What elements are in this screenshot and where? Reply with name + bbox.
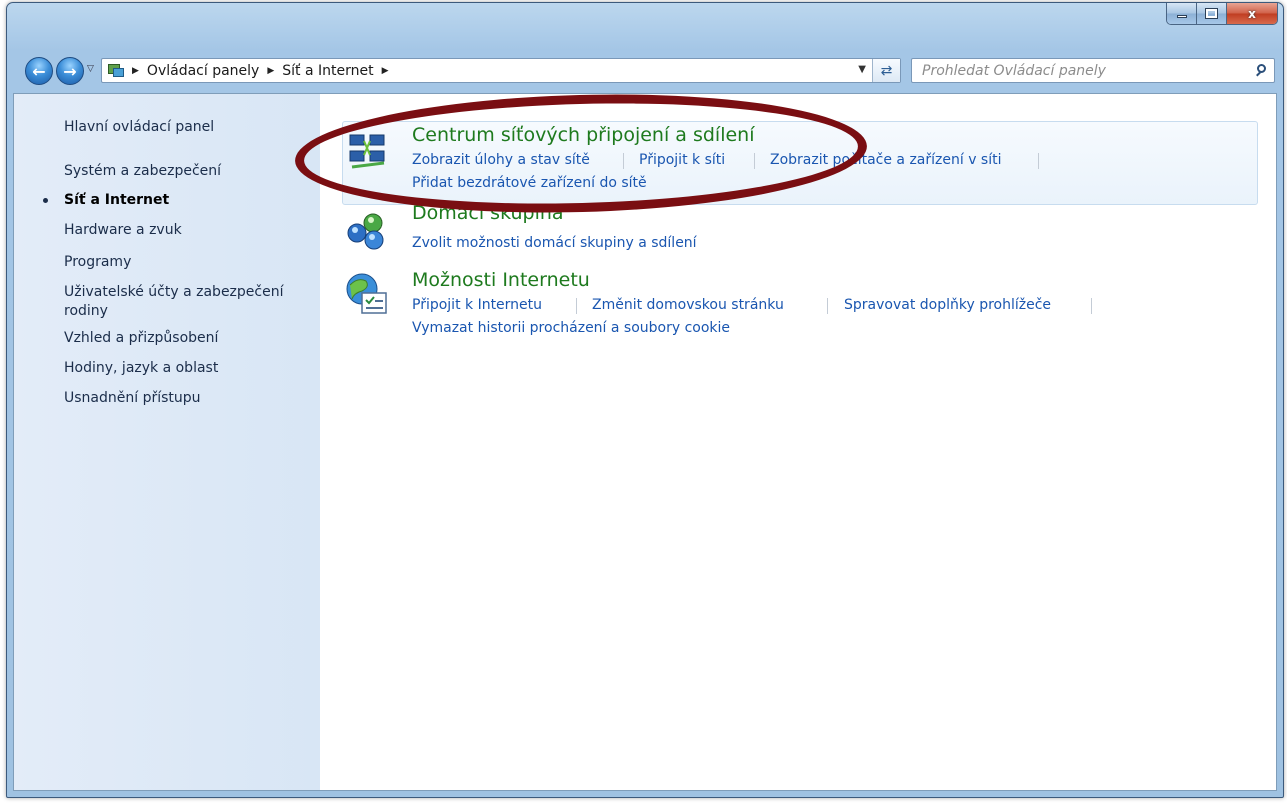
back-arrow-icon: ← xyxy=(32,61,46,81)
search-placeholder: Prohledat Ovládací panely xyxy=(922,62,1106,79)
control-panel-icon xyxy=(106,63,126,79)
active-bullet-icon xyxy=(43,198,48,203)
link-homegroup-options[interactable]: Zvolit možnosti domácí skupiny a sdílení xyxy=(412,235,697,251)
breadcrumb-control-panel[interactable]: Ovládací panely xyxy=(147,63,259,79)
breadcrumb-separator-icon[interactable]: ▶ xyxy=(267,66,274,76)
breadcrumb-network-internet[interactable]: Síť a Internet xyxy=(282,63,373,79)
search-input[interactable]: Prohledat Ovládací panely xyxy=(911,58,1275,83)
link-connect-to-network[interactable]: Připojit k síti xyxy=(639,152,725,168)
internet-options-icon xyxy=(346,273,387,314)
refresh-icon: ⇄ xyxy=(880,62,893,79)
link-connect-to-internet[interactable]: Připojit k Internetu xyxy=(412,297,542,313)
sidebar-item-control-panel-home[interactable]: Hlavní ovládací panel xyxy=(64,118,214,137)
sidebar-item-user-accounts[interactable]: Uživatelské účty a zabezpečení xyxy=(64,283,283,302)
sidebar: Hlavní ovládací panel Systém a zabezpeče… xyxy=(14,94,320,790)
sidebar-item-clock-language[interactable]: Hodiny, jazyk a oblast xyxy=(64,359,218,378)
category-title-internet-options[interactable]: Možnosti Internetu xyxy=(412,269,590,291)
link-view-network-computers[interactable]: Zobrazit počítače a zařízení v síti xyxy=(770,152,1002,168)
search-icon[interactable] xyxy=(1252,60,1274,82)
link-manage-browser-addons[interactable]: Spravovat doplňky prohlížeče xyxy=(844,297,1051,313)
link-separator xyxy=(1038,153,1039,169)
sidebar-item-hardware-sound[interactable]: Hardware a zvuk xyxy=(64,221,182,240)
network-center-icon xyxy=(349,134,385,169)
link-separator xyxy=(827,298,828,314)
link-view-network-status[interactable]: Zobrazit úlohy a stav sítě xyxy=(412,152,590,168)
sidebar-item-ease-of-access[interactable]: Usnadnění přístupu xyxy=(64,389,201,408)
refresh-button[interactable]: ⇄ xyxy=(872,59,900,82)
recent-pages-dropdown[interactable]: ▽ xyxy=(87,64,94,74)
sidebar-item-user-accounts-cont[interactable]: rodiny xyxy=(64,302,108,321)
breadcrumb-separator-icon[interactable]: ▶ xyxy=(382,66,389,76)
homegroup-icon xyxy=(347,213,384,250)
close-button[interactable]: x xyxy=(1227,3,1277,24)
control-panel-window: x ← → ▽ ▶ Ovládací panely ▶ Síť a Intern… xyxy=(6,2,1284,798)
sidebar-item-system-security[interactable]: Systém a zabezpečení xyxy=(64,162,221,181)
link-separator xyxy=(754,153,755,169)
category-title-network-center[interactable]: Centrum síťových připojení a sdílení xyxy=(412,124,755,146)
link-separator xyxy=(576,298,577,314)
minimize-icon xyxy=(1176,15,1187,18)
content-area: Hlavní ovládací panel Systém a zabezpeče… xyxy=(13,93,1277,791)
maximize-icon xyxy=(1205,8,1218,19)
link-add-wireless-device[interactable]: Přidat bezdrátové zařízení do sítě xyxy=(412,175,647,191)
link-separator xyxy=(1091,298,1092,314)
maximize-button[interactable] xyxy=(1197,3,1227,24)
main-panel: Centrum síťových připojení a sdílení Zob… xyxy=(320,94,1276,790)
caption-buttons: x xyxy=(1166,3,1278,25)
link-change-homepage[interactable]: Změnit domovskou stránku xyxy=(592,297,784,313)
minimize-button[interactable] xyxy=(1167,3,1197,24)
sidebar-item-network-internet: Síť a Internet xyxy=(64,192,170,208)
sidebar-item-appearance[interactable]: Vzhled a přizpůsobení xyxy=(64,329,218,348)
title-bar[interactable]: x xyxy=(7,3,1283,47)
link-delete-browsing-history[interactable]: Vymazat historii procházení a soubory co… xyxy=(412,320,730,336)
address-dropdown-icon[interactable]: ▼ xyxy=(858,64,866,75)
address-bar[interactable]: ▶ Ovládací panely ▶ Síť a Internet ▶ ▼ ⇄ xyxy=(101,58,901,83)
breadcrumb-separator-icon[interactable]: ▶ xyxy=(132,66,139,76)
navigation-bar: ← → ▽ ▶ Ovládací panely ▶ Síť a Internet… xyxy=(7,55,1283,85)
close-icon: x xyxy=(1248,6,1256,21)
category-title-homegroup[interactable]: Domácí skupina xyxy=(412,202,564,224)
forward-arrow-icon: → xyxy=(63,61,77,81)
link-separator xyxy=(623,153,624,169)
sidebar-item-programs[interactable]: Programy xyxy=(64,253,131,272)
forward-button[interactable]: → xyxy=(56,57,84,85)
back-button[interactable]: ← xyxy=(25,57,53,85)
